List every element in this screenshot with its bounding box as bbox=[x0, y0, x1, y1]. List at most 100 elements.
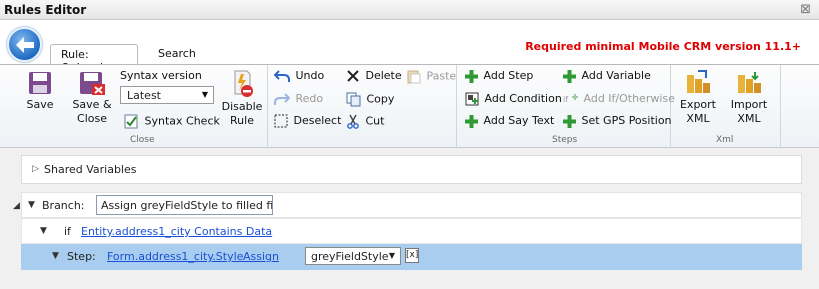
undo-icon bbox=[274, 70, 290, 82]
step-value: greyFieldStyle bbox=[311, 250, 389, 263]
chevron-down-icon: ▼ bbox=[201, 90, 208, 99]
close-icon[interactable]: ⊠ bbox=[800, 2, 811, 17]
add-if-otherwise-label: Add If/Otherwise bbox=[583, 92, 675, 105]
group-label-xml: Xml bbox=[716, 135, 734, 145]
title-bar: Rules Editor ⊠ bbox=[0, 0, 819, 20]
floppy-disk-icon bbox=[29, 72, 51, 94]
delete-x-icon bbox=[347, 70, 359, 82]
paste-button[interactable]: Paste bbox=[407, 69, 456, 84]
collapse-triangle-icon[interactable]: ▼ bbox=[52, 251, 59, 261]
version-message: Required minimal Mobile CRM version 11.1… bbox=[525, 40, 801, 53]
collapse-triangle-icon[interactable]: ▼ bbox=[28, 200, 35, 210]
add-step-button[interactable]: Add Step bbox=[465, 69, 533, 83]
scissors-icon bbox=[347, 114, 359, 129]
redo-button[interactable]: Redo bbox=[274, 92, 323, 106]
delete-button[interactable]: Delete bbox=[346, 69, 402, 83]
delete-label: Delete bbox=[365, 69, 402, 82]
syntax-version-label: Syntax version bbox=[120, 69, 202, 82]
step-target-link[interactable]: Form.address1_city.Style bbox=[107, 250, 243, 263]
syntax-check-label: Syntax Check bbox=[144, 114, 220, 128]
add-if-otherwise-button[interactable]: if Add If/Otherwise bbox=[563, 92, 675, 106]
deselect-icon bbox=[274, 114, 288, 128]
export-xml-icon bbox=[687, 70, 710, 93]
add-variable-button[interactable]: Add Variable bbox=[563, 69, 651, 83]
disable-rule-label-1: Disable bbox=[221, 100, 263, 113]
step-label: Step: bbox=[67, 250, 96, 263]
deselect-button[interactable]: Deselect bbox=[274, 114, 341, 128]
branch-name-input[interactable]: Assign greyFieldStyle to filled field bbox=[96, 195, 273, 215]
green-plus-icon bbox=[465, 69, 478, 83]
undo-button[interactable]: Undo bbox=[274, 69, 324, 83]
import-xml-button[interactable]: Import XML bbox=[728, 70, 770, 126]
branch-row[interactable]: ▼ Branch: Assign greyFieldStyle to fille… bbox=[21, 192, 802, 218]
add-step-label: Add Step bbox=[483, 69, 534, 82]
add-say-text-button[interactable]: Add Say Text bbox=[465, 114, 554, 128]
condition-link[interactable]: Entity.address1_city Contains Data bbox=[81, 225, 272, 238]
group-separator bbox=[670, 65, 671, 149]
add-variable-label: Add Variable bbox=[581, 69, 651, 82]
chevron-down-icon: ▼ bbox=[388, 251, 395, 260]
save-label: Save bbox=[26, 98, 54, 111]
redo-icon bbox=[274, 93, 290, 105]
add-condition-button[interactable]: Add Condition bbox=[465, 92, 562, 106]
save-close-label-1: Save & bbox=[72, 98, 112, 111]
import-xml-icon bbox=[738, 72, 761, 93]
paste-label: Paste bbox=[426, 69, 457, 83]
set-gps-position-label: Set GPS Position bbox=[581, 114, 672, 127]
group-label-steps: Steps bbox=[552, 135, 578, 145]
save-button[interactable]: Save bbox=[22, 70, 58, 112]
syntax-version-select[interactable]: Latest ▼ bbox=[120, 86, 214, 104]
group-separator bbox=[267, 65, 268, 149]
add-say-text-label: Add Say Text bbox=[483, 114, 555, 127]
export-xml-button[interactable]: Export XML bbox=[677, 70, 719, 126]
redo-label: Redo bbox=[295, 92, 324, 105]
tab-label: Search bbox=[158, 47, 196, 60]
group-label-close: Close bbox=[130, 135, 155, 145]
syntax-check-button[interactable]: Syntax Check bbox=[124, 114, 220, 129]
copy-label: Copy bbox=[366, 92, 395, 106]
copy-button[interactable]: Copy bbox=[346, 92, 394, 107]
add-condition-label: Add Condition bbox=[484, 92, 562, 105]
collapse-triangle-icon[interactable]: ▼ bbox=[40, 226, 47, 236]
group-separator bbox=[780, 65, 781, 149]
save-and-close-button[interactable]: Save & Close bbox=[70, 70, 114, 126]
step-value-select[interactable]: greyFieldStyle ▼ bbox=[305, 247, 401, 265]
syntax-version-value: Latest bbox=[127, 89, 161, 102]
green-plus-icon bbox=[563, 114, 576, 128]
floppy-disk-close-icon bbox=[80, 72, 105, 95]
shared-variables-panel[interactable]: ▷ Shared Variables bbox=[21, 155, 802, 184]
copy-icon bbox=[346, 92, 361, 107]
shared-variables-label: Shared Variables bbox=[44, 163, 137, 176]
save-close-label-2: Close bbox=[77, 112, 107, 125]
clear-value-button[interactable]: [x] bbox=[405, 248, 419, 263]
collapse-triangle-icon[interactable]: ◢ bbox=[13, 201, 20, 211]
cut-button[interactable]: Cut bbox=[346, 114, 384, 129]
disable-rule-label-2: Rule bbox=[230, 114, 254, 127]
branch-label: Branch: bbox=[42, 199, 85, 212]
disable-rule-button[interactable]: Disable Rule bbox=[220, 70, 264, 128]
step-action-link[interactable]: Assign bbox=[243, 250, 279, 263]
set-gps-position-button[interactable]: Set GPS Position bbox=[563, 114, 672, 128]
if-keyword: if bbox=[64, 225, 71, 238]
disable-rule-icon bbox=[234, 70, 253, 97]
undo-label: Undo bbox=[295, 69, 325, 82]
green-plus-icon bbox=[465, 114, 478, 128]
export-label-1: Export bbox=[679, 98, 716, 111]
back-button[interactable] bbox=[7, 27, 42, 62]
checklist-icon bbox=[124, 114, 138, 129]
tab-rule-onload[interactable]: Rule: OnLoad bbox=[50, 44, 138, 74]
window-title: Rules Editor bbox=[4, 3, 87, 17]
export-label-2: XML bbox=[686, 112, 710, 125]
step-row[interactable]: ▼ Step: Form.address1_city.Style Assign … bbox=[21, 244, 802, 270]
expand-triangle-icon[interactable]: ▷ bbox=[32, 164, 39, 174]
import-label-2: XML bbox=[737, 112, 761, 125]
tab-search[interactable]: Search bbox=[148, 44, 206, 65]
cut-label: Cut bbox=[365, 114, 385, 128]
paste-icon bbox=[407, 70, 421, 84]
deselect-label: Deselect bbox=[293, 114, 342, 127]
svg-text:if: if bbox=[563, 95, 568, 104]
if-otherwise-icon: if bbox=[563, 93, 578, 104]
green-plus-icon bbox=[563, 69, 576, 83]
condition-row[interactable]: ▼ if Entity.address1_city Contains Data bbox=[21, 218, 802, 244]
condition-icon bbox=[465, 92, 479, 106]
